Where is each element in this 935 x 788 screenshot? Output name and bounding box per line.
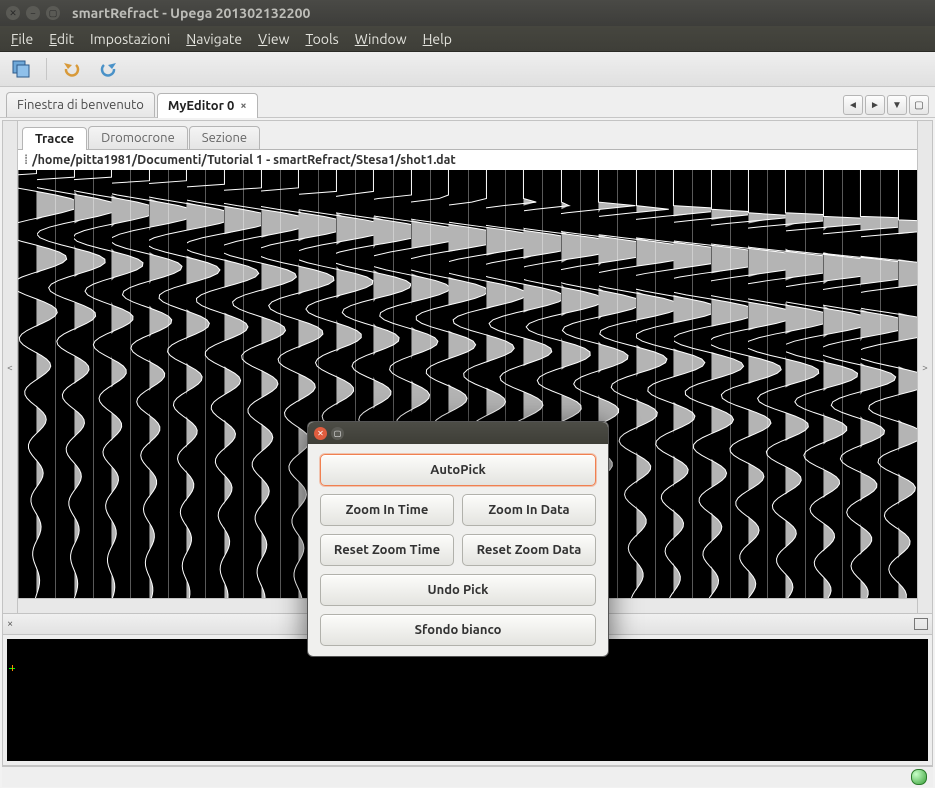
cursor-marker-icon: [9, 665, 15, 671]
editor-area: < Tracce Dromocrone Sezione ⁞ /home/pitt…: [0, 118, 935, 788]
menu-help[interactable]: Help: [416, 29, 459, 49]
menu-navigate[interactable]: Navigate: [179, 29, 249, 49]
toolbar-separator: [46, 58, 47, 80]
save-all-icon[interactable]: [8, 56, 34, 82]
tab-editor0-label: MyEditor 0: [168, 99, 234, 113]
window-title: smartRefract - Upega 201302132200: [72, 5, 310, 21]
tab-welcome[interactable]: Finestra di benvenuto: [6, 92, 155, 117]
zoom-in-data-button[interactable]: Zoom In Data: [462, 494, 596, 526]
close-window-icon[interactable]: ✕: [6, 6, 20, 20]
menu-file[interactable]: File: [4, 29, 40, 49]
menu-impostazioni[interactable]: Impostazioni: [83, 29, 177, 49]
menu-view[interactable]: View: [251, 29, 296, 49]
maximize-output-panel-icon[interactable]: [914, 618, 928, 630]
file-path-label: ⁞ /home/pitta1981/Documenti/Tutorial 1 -…: [18, 149, 917, 170]
right-collapse-handle[interactable]: >: [917, 121, 932, 613]
tab-tracce[interactable]: Tracce: [22, 127, 87, 150]
reset-zoom-data-button[interactable]: Reset Zoom Data: [462, 534, 596, 566]
status-bar: [2, 766, 933, 787]
undo-pick-button[interactable]: Undo Pick: [320, 574, 596, 606]
tab-sezione[interactable]: Sezione: [189, 126, 260, 149]
left-collapse-handle[interactable]: <: [3, 121, 18, 613]
dialog-titlebar[interactable]: ✕ ▢: [308, 422, 608, 444]
menu-bar: File Edit Impostazioni Navigate View Too…: [0, 26, 935, 52]
tab-welcome-label: Finestra di benvenuto: [17, 98, 144, 112]
dialog-maximize-icon[interactable]: ▢: [331, 427, 344, 440]
close-tab-icon[interactable]: ×: [240, 100, 246, 112]
network-status-icon[interactable]: [911, 769, 927, 785]
menu-window[interactable]: Window: [348, 29, 414, 49]
toolbar: [0, 52, 935, 87]
tab-next-button[interactable]: ►: [865, 95, 885, 115]
window-titlebar: ✕ – ▢ smartRefract - Upega 201302132200: [0, 0, 935, 26]
menu-tools[interactable]: Tools: [298, 29, 345, 49]
output-view[interactable]: [7, 639, 928, 761]
tools-dialog: ✕ ▢ AutoPick Zoom In Time Zoom In Data R…: [307, 421, 609, 657]
dialog-close-icon[interactable]: ✕: [314, 427, 327, 440]
redo-icon[interactable]: [95, 56, 121, 82]
grip-icon: ⁞: [24, 153, 28, 167]
sfondo-bianco-button[interactable]: Sfondo bianco: [320, 614, 596, 646]
reset-zoom-time-button[interactable]: Reset Zoom Time: [320, 534, 454, 566]
editor-tab-bar: Finestra di benvenuto MyEditor 0 × ◄ ► ▼…: [0, 87, 935, 118]
maximize-window-icon[interactable]: ▢: [46, 6, 60, 20]
undo-icon[interactable]: [59, 56, 85, 82]
menu-edit[interactable]: Edit: [42, 29, 81, 49]
tab-dromocrone[interactable]: Dromocrone: [88, 126, 188, 149]
close-output-panel-icon[interactable]: ×: [7, 618, 13, 630]
autopick-button[interactable]: AutoPick: [320, 454, 596, 486]
tab-editor0[interactable]: MyEditor 0 ×: [157, 93, 258, 118]
minimize-window-icon[interactable]: –: [26, 6, 40, 20]
tab-nav-controls: ◄ ► ▼ ▢: [843, 95, 929, 117]
tab-prev-button[interactable]: ◄: [843, 95, 863, 115]
tab-maximize-button[interactable]: ▢: [909, 95, 929, 115]
inner-tab-bar: Tracce Dromocrone Sezione: [18, 121, 917, 149]
tab-dropdown-button[interactable]: ▼: [887, 95, 907, 115]
zoom-in-time-button[interactable]: Zoom In Time: [320, 494, 454, 526]
